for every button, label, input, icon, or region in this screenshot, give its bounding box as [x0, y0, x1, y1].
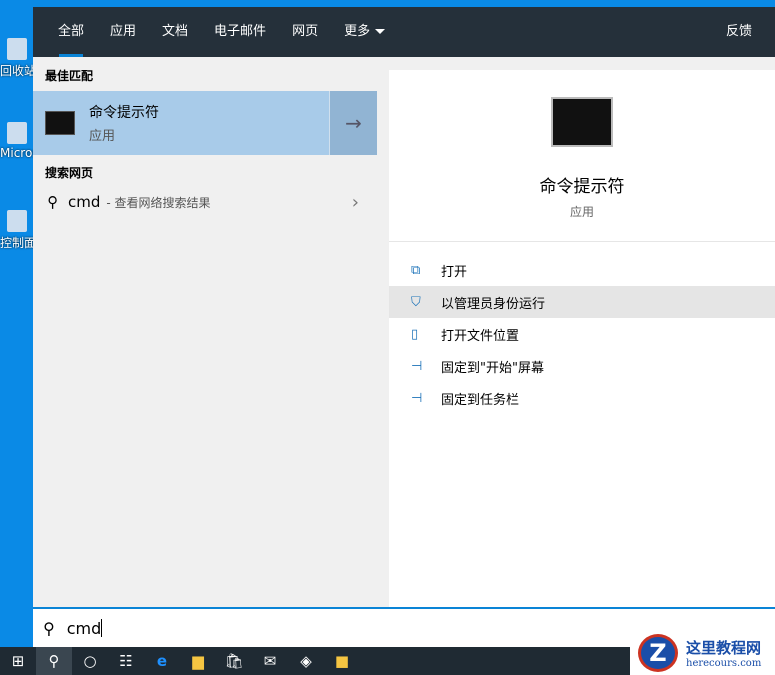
tab-more[interactable]: 更多	[331, 7, 398, 57]
search-input[interactable]: cmd	[67, 619, 102, 638]
desktop-icon-control-panel[interactable]: 控制面板	[0, 210, 33, 251]
best-match-result[interactable]: 命令提示符应用 →	[33, 91, 377, 155]
text-cursor	[101, 619, 103, 637]
action-open-file-location[interactable]: ▯ 打开文件位置	[389, 318, 775, 350]
web-search-result[interactable]: ⚲ cmd - 查看网络搜索结果 ›	[33, 185, 377, 219]
search-panel: 全部 应用 文档 电子邮件 网页 更多 反馈 最佳匹配 命令提示符 应用 → 搜索…	[33, 7, 775, 647]
file-icon: ▯	[411, 326, 419, 342]
file-explorer-icon[interactable]: ▆	[180, 647, 216, 675]
best-match-heading: 最佳匹配	[45, 69, 94, 83]
pin-icon: ⊣	[411, 390, 423, 406]
tab-apps[interactable]: 应用	[97, 7, 149, 57]
chevron-down-icon	[375, 29, 386, 34]
tab-documents[interactable]: 文档	[149, 7, 201, 57]
action-open[interactable]: ⧉ 打开	[389, 254, 775, 286]
web-heading: 搜索网页	[45, 166, 94, 180]
feedback-button[interactable]: 反馈	[726, 7, 752, 57]
store-icon[interactable]: 🛍	[216, 647, 252, 675]
search-icon: ⚲	[43, 618, 55, 638]
cortana-icon[interactable]: ○	[72, 647, 108, 675]
start-icon[interactable]: ⊞	[0, 647, 36, 675]
sticky-notes-icon[interactable]: ■	[324, 647, 360, 675]
command-prompt-large-icon	[551, 97, 613, 147]
open-icon: ⧉	[411, 262, 421, 278]
shield-icon: ⛉	[411, 294, 421, 310]
desktop-icon-recycle-bin[interactable]: 回收站	[0, 38, 33, 79]
tab-email[interactable]: 电子邮件	[201, 7, 279, 57]
command-prompt-icon	[45, 111, 75, 135]
search-icon[interactable]: ⚲	[36, 647, 72, 675]
search-tabs: 全部 应用 文档 电子邮件 网页 更多 反馈	[33, 7, 775, 57]
recycle-bin-icon	[6, 38, 27, 60]
preview-title: 命令提示符	[539, 177, 625, 197]
edge-icon[interactable]: e	[144, 647, 180, 675]
tab-web[interactable]: 网页	[279, 7, 331, 57]
logo-icon: Z	[638, 633, 678, 672]
app-icon[interactable]: ◈	[288, 647, 324, 675]
tab-all[interactable]: 全部	[45, 7, 97, 57]
pin-icon: ⊣	[411, 358, 423, 374]
action-pin-to-taskbar[interactable]: ⊣ 固定到任务栏	[389, 382, 775, 414]
watermark-logo: Z 这里教程网 herecours.com	[630, 630, 775, 675]
control-panel-icon	[6, 210, 27, 232]
task-view-icon[interactable]: ☷	[108, 647, 144, 675]
result-title: 命令提示符	[89, 105, 159, 121]
desktop-icon-edge[interactable]: Microsoft Edge	[0, 122, 33, 160]
result-type: 应用	[89, 129, 116, 144]
mail-icon[interactable]: ✉	[252, 647, 288, 675]
preview-pane: 命令提示符 应用 ⧉ 打开 ⛉ 以管理员身份运行 ▯ 打开文件位置 ⊣ 固定到"开始"屏…	[389, 70, 775, 607]
action-pin-to-start[interactable]: ⊣ 固定到"开始"屏幕	[389, 350, 775, 382]
chevron-right-icon: ›	[351, 191, 359, 213]
action-run-as-admin[interactable]: ⛉ 以管理员身份运行	[389, 286, 775, 318]
results-pane: 最佳匹配 命令提示符应用 → 搜索网页 ⚲ cmd - 查看网络搜索结果 ›	[33, 57, 377, 607]
edge-icon	[6, 122, 27, 144]
preview-type: 应用	[569, 205, 594, 219]
search-icon: ⚲	[47, 193, 58, 211]
arrow-right-icon[interactable]: →	[329, 91, 377, 155]
